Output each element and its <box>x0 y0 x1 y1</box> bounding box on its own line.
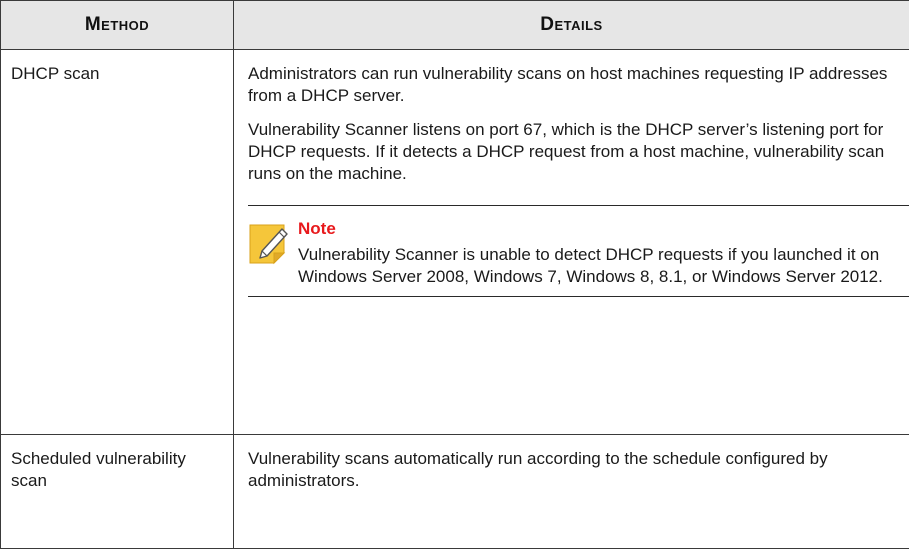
table-row: DHCP scan Administrators can run vulnera… <box>1 50 909 435</box>
header-row: Method Details <box>1 1 909 50</box>
details-paragraph: Administrators can run vulnerability sca… <box>248 63 895 107</box>
details-cell-dhcp: Administrators can run vulnerability sca… <box>234 50 909 435</box>
table-body: DHCP scan Administrators can run vulnera… <box>1 50 909 549</box>
method-cell-scheduled: Scheduled vulnerability scan <box>1 435 234 549</box>
table-row: Scheduled vulnerability scan Vulnerabili… <box>1 435 909 549</box>
note-pencil-icon <box>248 221 292 267</box>
note-body: Note Vulnerability Scanner is unable to … <box>298 218 895 288</box>
details-paragraph: Vulnerability Scanner listens on port 67… <box>248 119 895 185</box>
methods-table: Method Details DHCP scan Administrators … <box>0 0 909 549</box>
header-details: Details <box>234 1 909 50</box>
method-cell-dhcp: DHCP scan <box>1 50 234 435</box>
note-callout: Note Vulnerability Scanner is unable to … <box>248 205 909 297</box>
details-paragraph: Vulnerability scans automatically run ac… <box>248 448 895 492</box>
note-text: Vulnerability Scanner is unable to detec… <box>298 244 895 288</box>
details-cell-scheduled: Vulnerability scans automatically run ac… <box>234 435 909 549</box>
note-title: Note <box>298 218 895 240</box>
table-header: Method Details <box>1 1 909 50</box>
header-method: Method <box>1 1 234 50</box>
